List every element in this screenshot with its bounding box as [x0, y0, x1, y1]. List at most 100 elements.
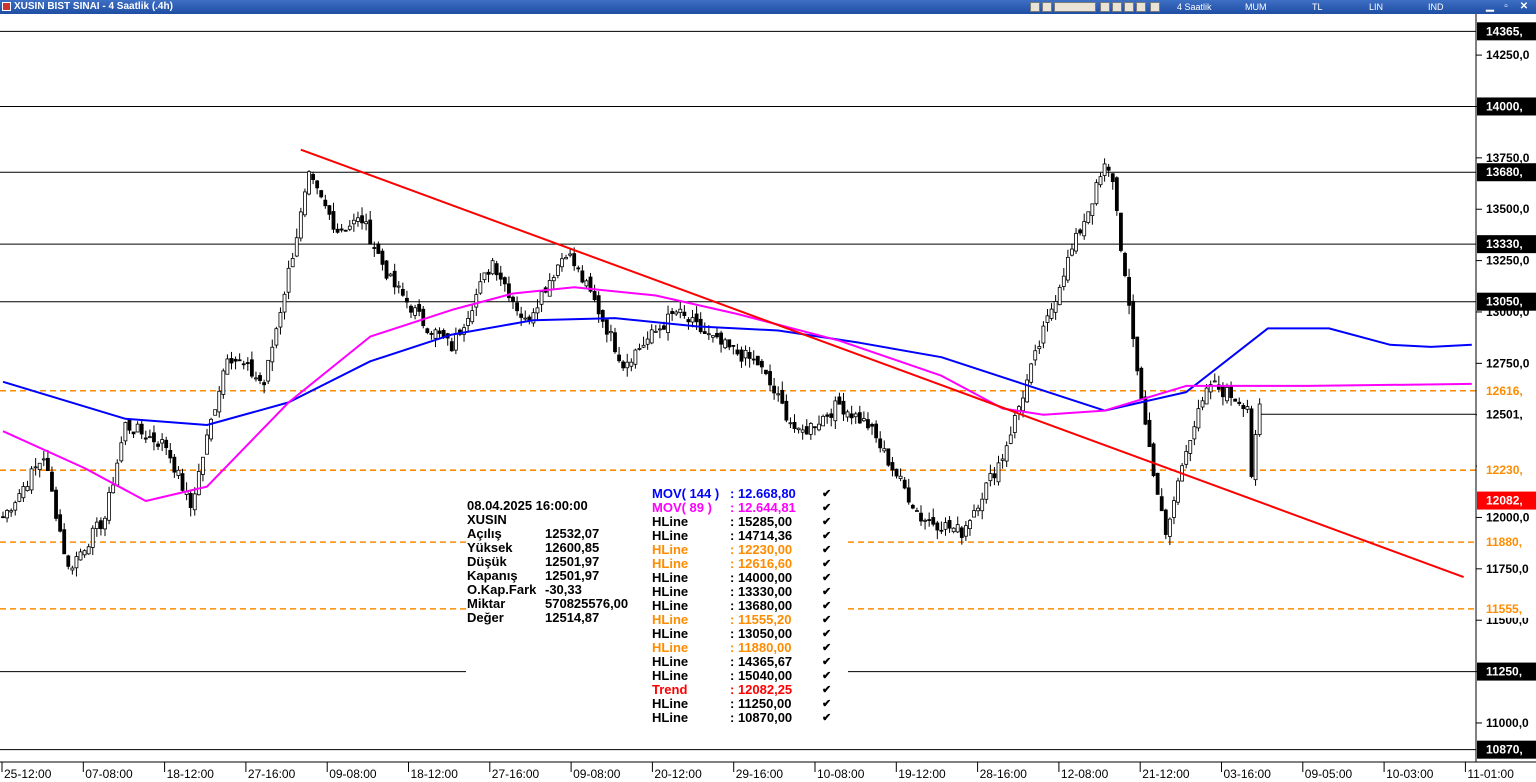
x-tick-label: 18-12:00 — [167, 767, 215, 781]
candle-body — [494, 263, 499, 276]
minimize-icon[interactable]: ▁ — [1484, 1, 1496, 13]
checkmark-icon[interactable]: ✔ — [822, 571, 831, 585]
candle-body — [1212, 380, 1217, 383]
candle-body — [776, 393, 781, 396]
candle-body — [286, 267, 291, 293]
candle-body — [792, 421, 797, 429]
toolbar-icon-2[interactable] — [1042, 2, 1052, 12]
candle-body — [37, 462, 42, 470]
period-selector[interactable]: 4 Saatlik — [1177, 0, 1212, 14]
toolbar-icon-5[interactable] — [1112, 2, 1122, 12]
candle-body — [698, 318, 703, 333]
candle-body — [201, 456, 205, 475]
x-tick-label: 10-08:00 — [817, 767, 865, 781]
currency-selector[interactable]: TL — [1312, 0, 1323, 14]
legend-value: : 14000,00 — [730, 570, 793, 585]
candle-body — [1237, 401, 1242, 404]
checkmark-icon[interactable]: ✔ — [822, 613, 831, 627]
candle-body — [323, 199, 328, 207]
legend-name: HLine — [652, 598, 689, 613]
close-icon[interactable]: ✕ — [1518, 1, 1530, 13]
legend-name: HLine — [652, 612, 689, 627]
candle-body — [176, 469, 181, 476]
checkmark-icon[interactable]: ✔ — [822, 515, 831, 529]
maximize-icon[interactable]: ▫ — [1500, 1, 1512, 13]
candle-body — [368, 219, 373, 245]
candle-body — [866, 419, 870, 429]
candle-body — [372, 247, 377, 249]
candle-body — [360, 215, 364, 224]
candle-body — [678, 308, 683, 313]
candle-body — [54, 489, 58, 519]
candle-body — [307, 171, 311, 195]
candle-body — [482, 272, 487, 281]
checkmark-icon[interactable]: ✔ — [822, 641, 831, 655]
checkmark-icon[interactable]: ✔ — [822, 599, 831, 613]
hline-label-6: 12230, — [1486, 463, 1523, 477]
checkmark-icon[interactable]: ✔ — [822, 711, 831, 725]
x-tick-label: 10-03:00 — [1386, 767, 1434, 781]
y-tick-label: 13500,0 — [1486, 202, 1530, 216]
candle-body — [690, 317, 695, 323]
candle-body — [1139, 367, 1144, 400]
candle-body — [1045, 315, 1050, 323]
y-tick-label: 11000,0 — [1486, 716, 1529, 730]
candle-body — [706, 333, 711, 336]
info-value: 12514,87 — [545, 610, 600, 625]
candle-body — [539, 291, 544, 305]
legend-value: : 12.644,81 — [730, 500, 796, 515]
checkmark-icon[interactable]: ✔ — [822, 557, 831, 571]
toolbar-icon-7[interactable] — [1136, 2, 1146, 12]
candle-body — [804, 426, 809, 435]
y-tick-label: 11750,0 — [1486, 562, 1529, 576]
legend-name: MOV( 89 ) — [652, 500, 712, 515]
candle-body — [86, 546, 91, 555]
candle-body — [1004, 445, 1009, 462]
candle-body — [249, 359, 254, 377]
candle-body — [637, 348, 642, 350]
legend-name: HLine — [652, 584, 689, 599]
x-tick-label: 09-08:00 — [573, 767, 621, 781]
checkmark-icon[interactable]: ✔ — [822, 655, 831, 669]
checkmark-icon[interactable]: ✔ — [822, 669, 831, 683]
candle-body — [1229, 385, 1233, 398]
candle-body — [915, 510, 919, 512]
candle-body — [417, 304, 422, 312]
toolbar-icon-3[interactable] — [1054, 2, 1096, 12]
candle-body — [1012, 415, 1017, 433]
candle-body — [50, 471, 54, 492]
chart-type-selector[interactable]: MUM — [1245, 0, 1267, 14]
legend-value: : 13680,00 — [730, 598, 793, 613]
toolbar-icon-8[interactable] — [1150, 2, 1160, 12]
candle-body — [470, 310, 475, 323]
candle-body — [649, 329, 654, 344]
checkmark-icon[interactable]: ✔ — [822, 487, 831, 501]
candle-body — [780, 389, 785, 404]
candle-body — [229, 358, 234, 364]
candle-body — [282, 293, 287, 313]
checkmark-icon[interactable]: ✔ — [822, 529, 831, 543]
candle-body — [988, 473, 993, 482]
indicator-selector[interactable]: IND — [1428, 0, 1444, 14]
scale-selector[interactable]: LIN — [1369, 0, 1383, 14]
candle-body — [1098, 176, 1103, 186]
candle-body — [939, 529, 944, 532]
checkmark-icon[interactable]: ✔ — [822, 543, 831, 557]
candle-body — [127, 420, 132, 431]
candle-body — [449, 341, 454, 352]
candle-body — [755, 355, 760, 366]
checkmark-icon[interactable]: ✔ — [822, 627, 831, 641]
info-value: 570825576,00 — [545, 596, 629, 611]
checkmark-icon[interactable]: ✔ — [822, 501, 831, 515]
x-tick-label: 27-16:00 — [248, 767, 296, 781]
candle-body — [1241, 405, 1246, 410]
trend-value-label: 12082, — [1486, 494, 1523, 508]
toolbar-icon-6[interactable] — [1124, 2, 1134, 12]
candle-body — [213, 409, 218, 416]
checkmark-icon[interactable]: ✔ — [822, 585, 831, 599]
toolbar-icon-1[interactable] — [1030, 2, 1040, 12]
candle-body — [515, 302, 519, 312]
checkmark-icon[interactable]: ✔ — [822, 697, 831, 711]
toolbar-icon-4[interactable] — [1100, 2, 1110, 12]
checkmark-icon[interactable]: ✔ — [822, 683, 831, 697]
